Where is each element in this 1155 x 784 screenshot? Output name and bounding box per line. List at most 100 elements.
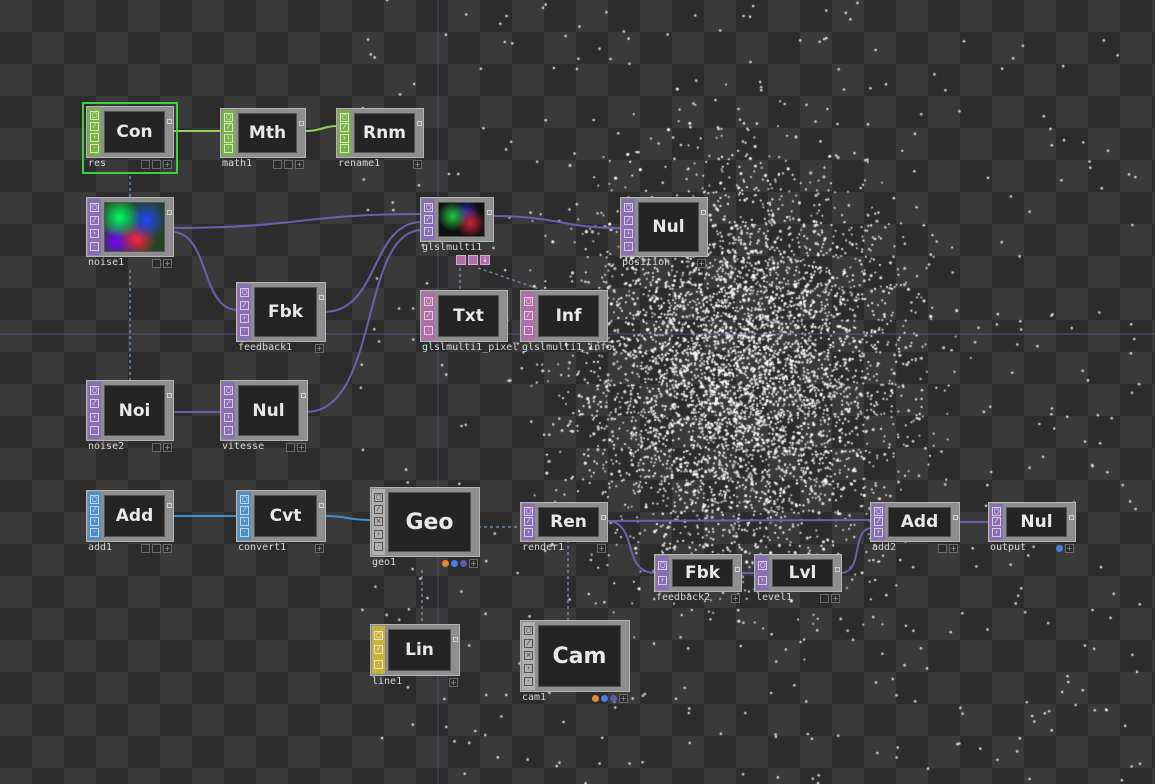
operator-name[interactable]: add2 <box>870 542 899 554</box>
bypass-flag-icon[interactable]: ○ <box>758 561 767 570</box>
cook-flag-icon[interactable]: › <box>240 314 249 323</box>
render-flag-icon[interactable]: · <box>240 528 249 537</box>
operator-viewer[interactable]: Add <box>104 495 165 537</box>
viewer-flag-icon[interactable]: · <box>424 326 433 336</box>
output-connector[interactable] <box>953 515 958 520</box>
expand-button[interactable]: + <box>597 543 606 553</box>
operator-name[interactable]: level1 <box>754 592 795 604</box>
bypass-flag-icon[interactable]: ○ <box>624 203 633 212</box>
bypass-flag-icon[interactable]: ○ <box>224 386 233 396</box>
operator-glslmulti1-pixel[interactable]: ○ ⁄ · Txt glslmulti1_pixel <box>420 290 518 354</box>
operator-tile[interactable]: ○ ⁄ · Lin <box>370 624 460 676</box>
expand-button[interactable]: + <box>831 593 840 603</box>
expand-button[interactable]: + <box>315 543 324 553</box>
operator-viewer[interactable]: Con <box>104 111 165 153</box>
viewer-flag-icon[interactable]: · <box>224 144 233 154</box>
bypass-flag-icon[interactable]: ○ <box>524 296 533 306</box>
render-flag-icon[interactable]: · <box>90 528 99 537</box>
operator-name[interactable]: cam1 <box>520 692 549 704</box>
expand-button[interactable]: + <box>731 593 740 603</box>
output-connector[interactable] <box>735 567 740 572</box>
cook-flag-icon[interactable]: › <box>658 576 667 585</box>
operator-tile[interactable]: ○ › Lvl <box>754 554 842 592</box>
lock-flag-icon[interactable]: ⁄ <box>424 214 433 224</box>
operator-glslmulti1[interactable]: ○ ⁄ › glslmulti1 <box>420 197 494 254</box>
lock-flag-icon[interactable]: ⁄ <box>340 123 349 133</box>
viewer-flag-icon[interactable]: · <box>524 326 533 336</box>
expand-button[interactable]: + <box>163 442 172 452</box>
bypass-flag-icon[interactable]: ○ <box>240 495 249 504</box>
operator-tile[interactable]: ○ ⁄ › · Rnm <box>336 108 424 158</box>
output-connector[interactable] <box>167 503 172 508</box>
lock-flag-icon[interactable]: ⁄ <box>374 645 383 655</box>
operator-level1[interactable]: ○ › Lvl level1 + <box>754 554 842 604</box>
lock-flag-icon[interactable]: ⁄ <box>224 123 233 133</box>
bypass-flag-icon[interactable]: ○ <box>90 386 99 396</box>
display-toggle[interactable] <box>938 543 947 553</box>
output-connector[interactable] <box>319 503 324 508</box>
cook-flag-icon[interactable]: × <box>524 651 533 661</box>
render-toggle[interactable] <box>152 543 161 553</box>
operator-tile[interactable]: ○ ⁄ › · Noi <box>86 380 174 441</box>
pick-flag-dot[interactable] <box>610 694 617 702</box>
cook-flag-icon[interactable]: › <box>624 229 633 238</box>
operator-name[interactable]: line1 <box>370 676 405 688</box>
operator-tile[interactable]: ○ ⁄ × › · Cam <box>520 620 630 692</box>
lock-flag-icon[interactable]: ⁄ <box>624 216 633 225</box>
operator-name[interactable]: rename1 <box>336 158 383 170</box>
expand-button[interactable]: + <box>163 159 172 169</box>
operator-math1[interactable]: ○ ⁄ › · Mth math1 + <box>220 108 306 170</box>
operator-tile[interactable]: ○ ⁄ › · <box>86 197 174 257</box>
render-toggle[interactable] <box>152 159 161 169</box>
operator-tile[interactable]: ○ ⁄ › Add <box>870 502 960 542</box>
operator-tile[interactable]: ○ ⁄ × › · Geo <box>370 487 480 557</box>
cook-flag-icon[interactable]: › <box>224 412 233 422</box>
render-flag-dot[interactable] <box>592 694 599 702</box>
operator-tile[interactable]: ○ ⁄ › · Fbk <box>236 282 326 342</box>
bypass-flag-icon[interactable]: ○ <box>374 630 383 640</box>
bypass-flag-icon[interactable]: ○ <box>90 111 99 120</box>
lock-flag-icon[interactable]: ⁄ <box>240 506 249 515</box>
viewer-flag-icon[interactable]: · <box>90 425 99 435</box>
expand-button[interactable]: + <box>315 343 324 353</box>
bypass-flag-icon[interactable]: ○ <box>340 112 349 122</box>
operator-viewer[interactable]: Add <box>888 507 951 537</box>
operator-viewer[interactable]: Fbk <box>254 287 317 337</box>
display-flag-icon[interactable]: › <box>90 517 99 526</box>
cook-flag-icon[interactable]: › <box>992 528 1001 538</box>
operator-viewer[interactable]: Noi <box>104 385 165 436</box>
operator-tile[interactable]: ○ ⁄ › · Add <box>86 490 174 542</box>
bypass-flag-icon[interactable]: ○ <box>874 506 883 516</box>
viewer-flag-icon[interactable]: · <box>374 542 383 552</box>
operator-glslmulti1-info[interactable]: ○ ⁄ · Inf glslmulti1_info <box>520 290 612 354</box>
noise-preview-thumbnail[interactable] <box>104 202 165 252</box>
cook-flag-icon[interactable]: › <box>224 133 233 143</box>
operator-noise1[interactable]: ○ ⁄ › · noise1 + <box>86 197 174 269</box>
operator-viewer[interactable]: Cvt <box>254 495 317 537</box>
output-connector[interactable] <box>1069 515 1074 520</box>
operator-name[interactable]: noise1 <box>86 257 127 269</box>
viewer-flag-icon[interactable]: · <box>340 144 349 154</box>
bypass-flag-icon[interactable]: ○ <box>224 112 233 122</box>
operator-name[interactable]: render1 <box>520 542 567 554</box>
expand-button[interactable]: + <box>163 543 172 553</box>
expand-button[interactable]: + <box>1065 543 1074 553</box>
lock-flag-icon[interactable]: ⁄ <box>90 399 99 409</box>
operator-add1[interactable]: ○ ⁄ › · Add add1 + <box>86 490 174 554</box>
operator-viewer[interactable]: Nul <box>638 202 699 252</box>
render-toggle[interactable] <box>284 159 293 169</box>
display-toggle[interactable] <box>820 593 829 603</box>
operator-name[interactable]: convert1 <box>236 542 289 554</box>
output-connector[interactable] <box>167 210 172 215</box>
bypass-flag-icon[interactable]: ○ <box>90 495 99 504</box>
operator-tile[interactable]: ○ ⁄ · Inf <box>520 290 608 342</box>
operator-tile[interactable]: ○ ⁄ › Nul <box>988 502 1076 542</box>
operator-add2[interactable]: ○ ⁄ › Add add2 + <box>870 502 960 554</box>
expand-button[interactable]: + <box>449 677 458 687</box>
operator-feedback2[interactable]: ○ › Fbk feedback2 + <box>654 554 742 604</box>
display-flag-icon[interactable]: › <box>374 529 383 539</box>
cook-flag-icon[interactable]: › <box>758 576 767 585</box>
output-connector[interactable] <box>487 210 492 215</box>
operator-name[interactable]: feedback1 <box>236 342 295 354</box>
operator-name[interactable]: vitesse <box>220 441 267 453</box>
